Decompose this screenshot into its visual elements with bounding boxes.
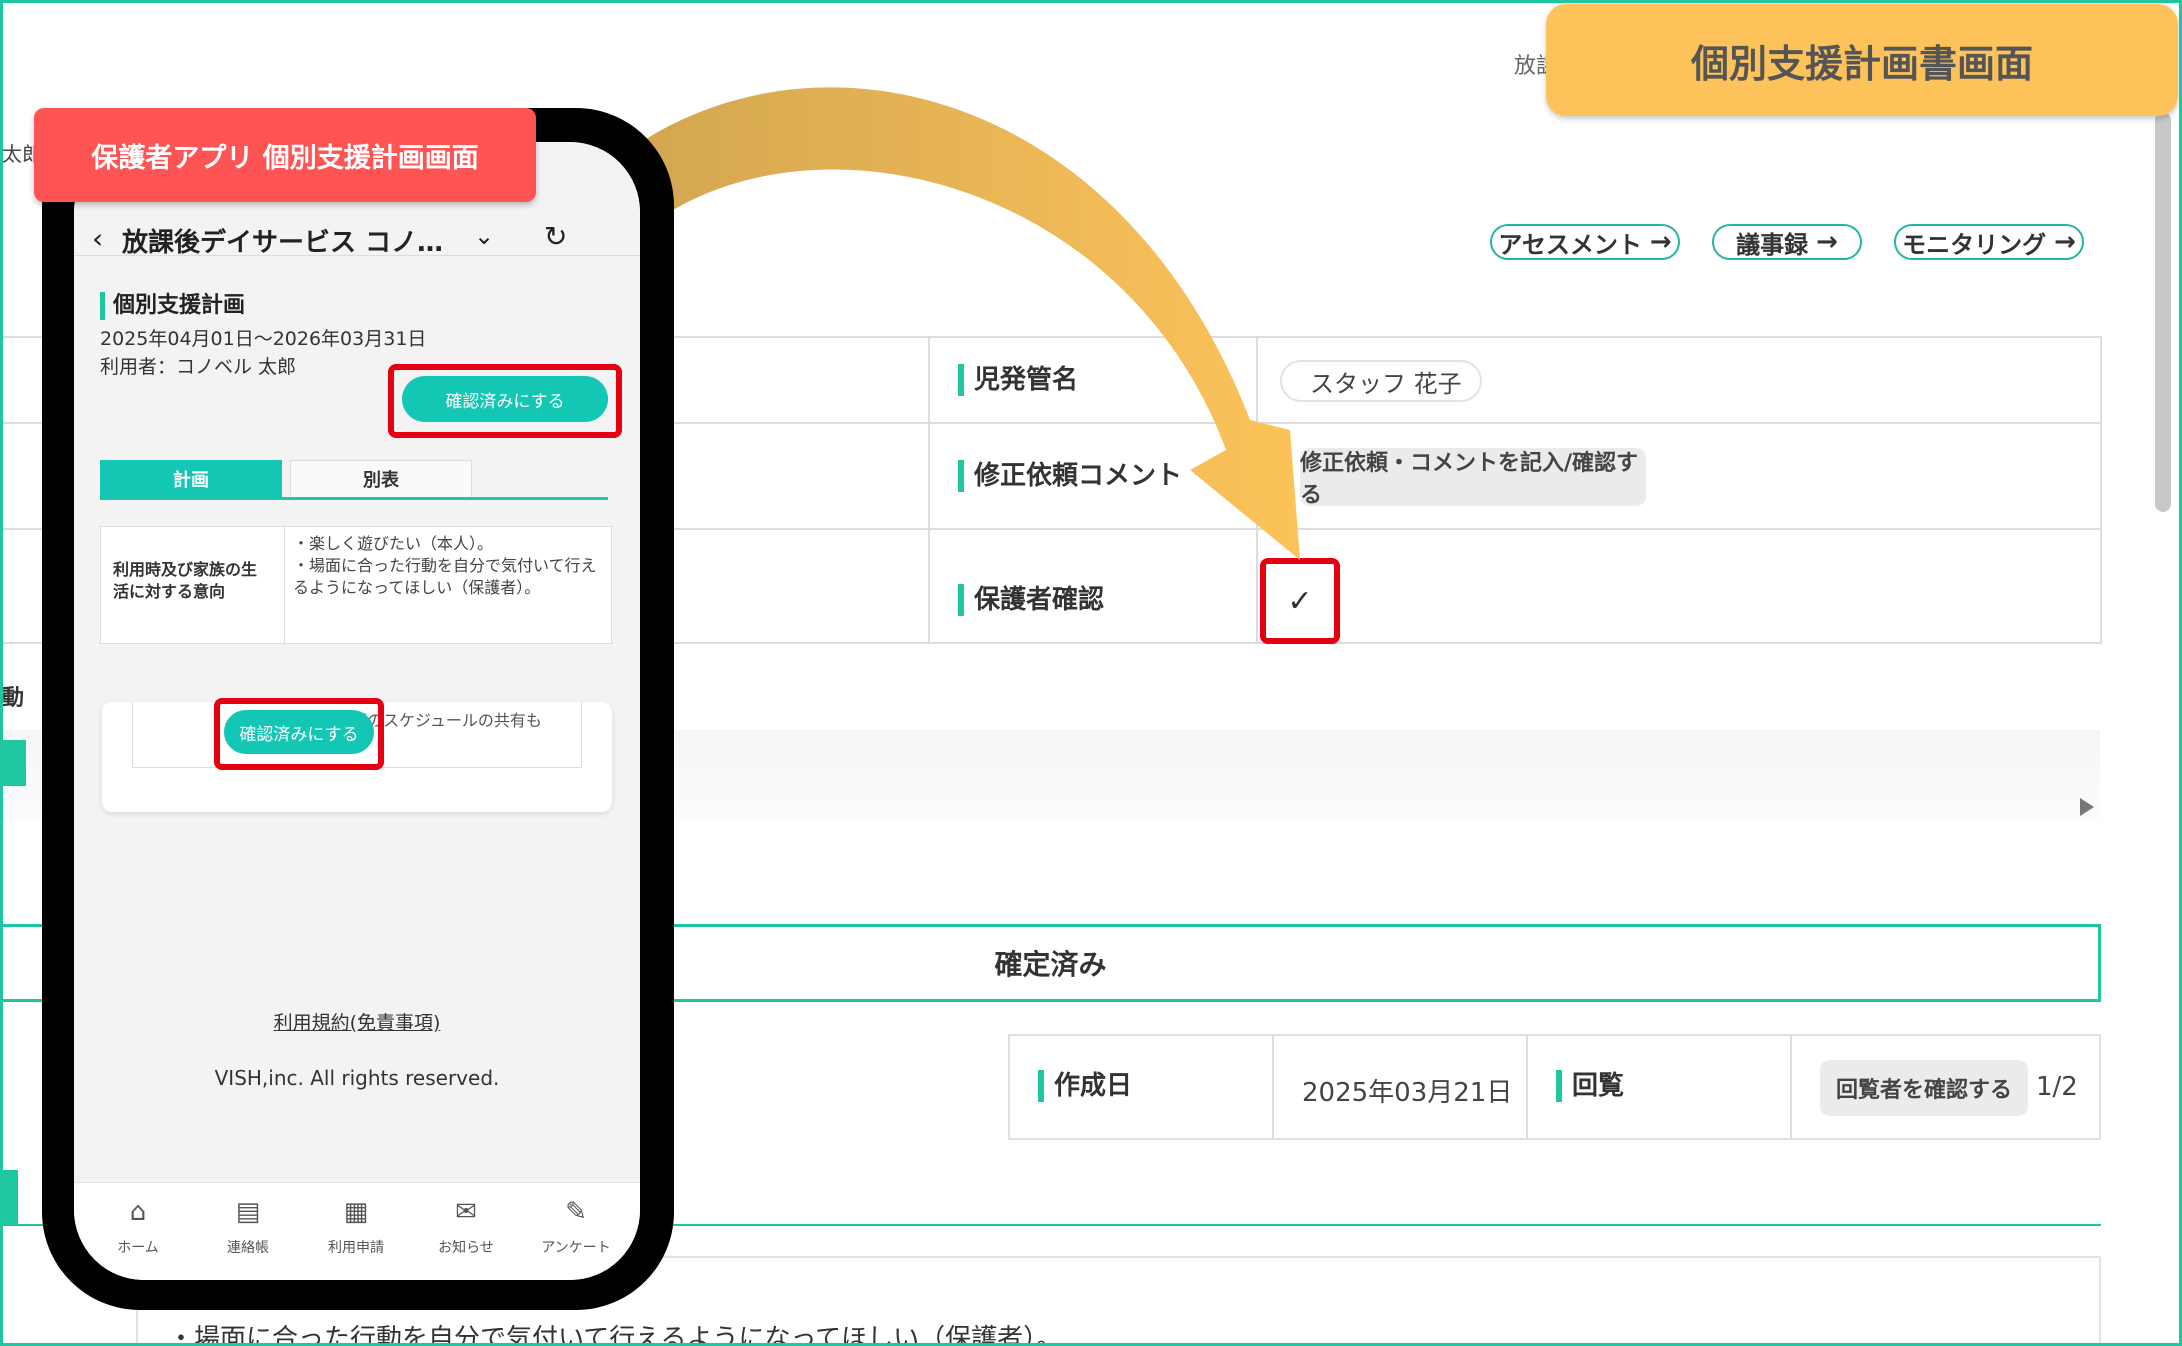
calendar-icon: ▦ — [343, 1197, 369, 1227]
intent-table: 利用時及び家族の生活に対する意向 ・楽しく遊びたい（本人）。 ・場面に合った行動… — [100, 526, 612, 644]
tab-plan[interactable]: 計画 — [100, 460, 282, 497]
director-chip: スタッフ 花子 — [1280, 360, 1482, 402]
plan-title: 個別支援計画 — [100, 292, 245, 320]
intent-text: ・場面に合った行動を自分で気付いて行えるようになってほしい（保護者）。 — [168, 1324, 1063, 1346]
bottom-nav: ⌂ ホーム ▤ 連絡帳 ▦ 利用申請 ✉ お知らせ ✎ アンケート — [74, 1182, 640, 1280]
pencil-icon: ✎ — [565, 1197, 587, 1227]
plan-user: 利用者：コノベル 太郎 — [100, 356, 297, 378]
minutes-button[interactable]: 議事録 → — [1712, 224, 1862, 260]
created-date: 2025年03月21日 — [1302, 1078, 1513, 1108]
section-marker — [0, 740, 26, 786]
nav-survey[interactable]: ✎ アンケート — [526, 1197, 626, 1257]
guardian-app-callout: 保護者アプリ 個別支援計画画面 — [34, 108, 536, 202]
intent-header: 利用時及び家族の生活に対する意向 — [101, 527, 285, 643]
play-icon[interactable] — [2080, 798, 2094, 816]
arrow-right-icon: → — [1649, 227, 1672, 257]
table-border — [1272, 1036, 1274, 1138]
table-border — [1256, 336, 1258, 644]
arrow-right-icon: → — [2054, 227, 2076, 257]
table-border — [928, 336, 930, 644]
phone-screen: ‹ 放課後デイサービス コノ… ⌄ ↻ 個別支援計画 2025年04月01日〜2… — [74, 142, 640, 1280]
nav-home[interactable]: ⌂ ホーム — [88, 1197, 188, 1257]
plan-period: 2025年04月01日〜2026年03月31日 — [100, 328, 427, 350]
scrollbar[interactable] — [2155, 112, 2171, 512]
comment-button[interactable]: 修正依頼・コメントを記入/確認する — [1300, 448, 1646, 508]
phone-frame: ‹ 放課後デイサービス コノ… ⌄ ↻ 個別支援計画 2025年04月01日〜2… — [42, 108, 674, 1310]
nav-contact-book[interactable]: ▤ 連絡帳 — [198, 1197, 298, 1257]
nav-usage-request[interactable]: ▦ 利用申請 — [306, 1197, 406, 1257]
view-circulation-button[interactable]: 回覧者を確認する — [1820, 1060, 2028, 1116]
copyright: VISH,inc. All rights reserved. — [214, 1066, 500, 1090]
tab-appendix[interactable]: 別表 — [290, 460, 472, 497]
intent-cell: ・楽しく遊びたい（本人）。 ・場面に合った行動を自分で気付いて行えるようになって… — [293, 534, 597, 597]
comment-label: 修正依頼コメント — [958, 460, 1182, 492]
created-label: 作成日 — [1038, 1070, 1132, 1102]
table-border — [1790, 1036, 1792, 1138]
arrow-right-icon: → — [1816, 227, 1838, 257]
facility-title[interactable]: 放課後デイサービス コノ… — [122, 222, 443, 259]
mail-icon: ✉ — [455, 1197, 477, 1227]
tab-bar: 計画 別表 — [100, 460, 608, 500]
plan-screen-callout: 個別支援計画書画面 — [1546, 4, 2178, 116]
terms-link[interactable]: 利用規約(免責事項) — [74, 1008, 640, 1035]
home-icon: ⌂ — [129, 1197, 147, 1227]
table-border — [2100, 336, 2102, 644]
back-icon[interactable]: ‹ — [92, 222, 103, 255]
reload-icon[interactable]: ↻ — [544, 220, 567, 253]
check-icon: ✓ — [1287, 583, 1313, 619]
section-label-fragment: 動 — [2, 686, 25, 711]
guardian-confirm-check: ✓ — [1260, 558, 1340, 644]
highlight-box — [388, 364, 622, 438]
circulation-label: 回覧 — [1556, 1070, 1624, 1102]
section-marker — [0, 1170, 18, 1224]
highlight-box — [214, 698, 384, 770]
chevron-down-icon[interactable]: ⌄ — [474, 222, 494, 250]
nav-notices[interactable]: ✉ お知らせ — [416, 1197, 516, 1257]
table-border — [1526, 1036, 1528, 1138]
director-label: 児発管名 — [958, 364, 1078, 396]
assessment-button[interactable]: アセスメント → — [1490, 224, 1680, 260]
guardian-confirm-label: 保護者確認 — [958, 584, 1104, 616]
monitoring-button[interactable]: モニタリング → — [1894, 224, 2084, 260]
circulation-count: 1/2 — [2036, 1072, 2078, 1102]
notebook-icon: ▤ — [235, 1197, 261, 1227]
